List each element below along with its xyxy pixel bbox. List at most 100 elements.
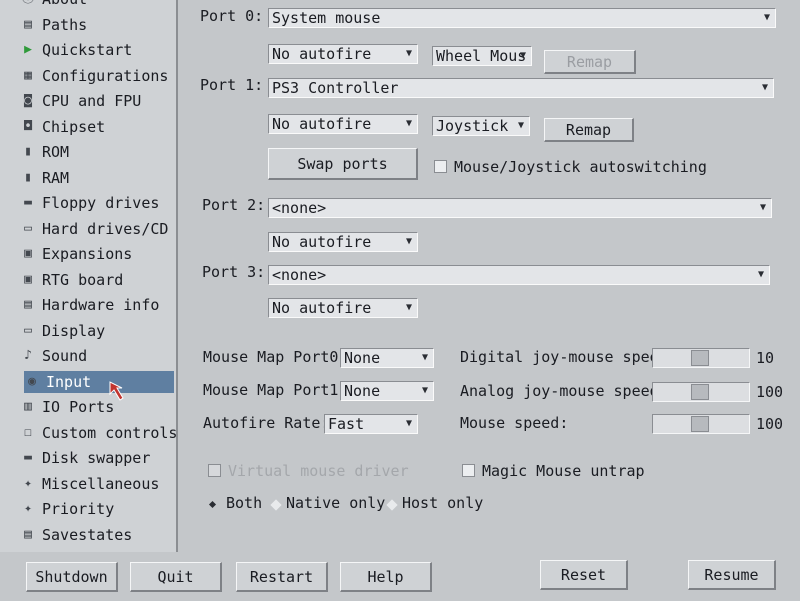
shutdown-button[interactable]: Shutdown: [26, 562, 118, 592]
port2-autofire-select[interactable]: No autofire ▼: [268, 232, 418, 252]
port0-remap-button[interactable]: Remap: [544, 50, 636, 74]
play-icon: ▶: [24, 42, 32, 57]
input-icon: ◉: [28, 373, 36, 389]
autoswitch-checkbox[interactable]: [434, 160, 447, 173]
ram-icon: ▮: [24, 169, 32, 185]
reset-button[interactable]: Reset: [540, 560, 628, 590]
autofire-rate-select[interactable]: Fast ▼: [324, 414, 418, 434]
mouse-speed-label: Mouse speed:: [460, 414, 569, 432]
paths-icon: ▤: [24, 16, 32, 32]
port1-remap-button[interactable]: Remap: [544, 118, 634, 142]
sidebar-item-display[interactable]: ▭ Display: [20, 320, 105, 342]
mouse-map0-value: None: [344, 349, 381, 367]
sidebar-item-priority[interactable]: ✦ Priority: [20, 498, 114, 520]
sidebar-item-label: RTG board: [42, 270, 124, 289]
mouse-pointer-icon: [109, 381, 124, 401]
quit-button[interactable]: Quit: [130, 562, 222, 592]
sidebar-item-label: Custom controls: [42, 423, 178, 442]
sidebar-item-label: Disk swapper: [42, 449, 151, 467]
port1-device-select[interactable]: PS3 Controller ▼: [268, 78, 774, 98]
sidebar-item-label: Floppy drives: [42, 194, 160, 212]
chevron-down-icon: ▼: [763, 12, 771, 23]
digital-speed-slider[interactable]: [652, 348, 750, 368]
port2-device-select[interactable]: <none> ▼: [268, 198, 772, 218]
chevron-down-icon: ▼: [757, 269, 765, 280]
port0-autofire-select[interactable]: No autofire ▼: [268, 44, 418, 64]
sidebar-item-quickstart[interactable]: ▶ Quickstart: [20, 39, 132, 61]
sidebar-item-label: Display: [42, 321, 106, 340]
mouse-map1-select[interactable]: None ▼: [340, 381, 434, 401]
port0-device-value: System mouse: [272, 9, 381, 27]
swap-ports-button[interactable]: Swap ports: [268, 148, 418, 180]
chevron-down-icon: ▼: [405, 302, 413, 313]
cpu-icon: ◙: [24, 93, 32, 108]
slider-thumb[interactable]: [691, 350, 709, 366]
expansion-icon: ▣: [24, 246, 32, 261]
mouse-map1-label: Mouse Map Port1:: [203, 381, 348, 399]
sidebar-item-configurations[interactable]: ▦ Configurations: [20, 65, 168, 87]
sidebar-item-label: Hard drives/CD: [42, 219, 169, 238]
port0-device-select[interactable]: System mouse ▼: [268, 8, 776, 28]
sidebar-item-io-ports[interactable]: ▥ IO Ports: [20, 396, 114, 418]
chipset-icon: ◘: [24, 118, 32, 134]
virtual-mouse-label: Virtual mouse driver: [228, 462, 409, 480]
chevron-down-icon: ▼: [761, 82, 769, 93]
sidebar-item-chipset[interactable]: ◘ Chipset: [20, 116, 105, 138]
digital-speed-label: Digital joy-mouse speed:: [460, 348, 677, 366]
virtual-mouse-checkbox[interactable]: [208, 464, 221, 477]
sidebar-item-paths[interactable]: ▤ Paths: [20, 14, 87, 36]
sidebar-item-label: Miscellaneous: [42, 474, 160, 493]
sidebar-item-hard-drives-cd[interactable]: ▭ Hard drives/CD: [20, 218, 168, 240]
sidebar-item-label: Quickstart: [42, 41, 133, 59]
port3-device-select[interactable]: <none> ▼: [268, 265, 770, 285]
sidebar-item-cpu-and-fpu[interactable]: ◙ CPU and FPU: [20, 90, 141, 112]
mouse-map0-select[interactable]: None ▼: [340, 348, 434, 368]
restart-button[interactable]: Restart: [236, 562, 328, 592]
sidebar-item-rtg-board[interactable]: ▣ RTG board: [20, 269, 123, 291]
sidebar-item-input[interactable]: ◉ Input: [24, 370, 174, 393]
sidebar-item-miscellaneous[interactable]: ✦ Miscellaneous: [20, 473, 159, 495]
slider-thumb[interactable]: [691, 384, 709, 400]
port3-label: Port 3:: [202, 263, 266, 281]
mouse-map0-label: Mouse Map Port0:: [203, 348, 348, 366]
analog-speed-slider[interactable]: [652, 382, 750, 402]
mouse-speed-value: 100: [756, 415, 784, 433]
port1-label: Port 1:: [200, 76, 264, 94]
magic-untrap-label: Magic Mouse untrap: [482, 462, 645, 480]
sidebar-item-hardware-info[interactable]: ▤ Hardware info: [20, 294, 159, 316]
sidebar-item-label: Configurations: [42, 66, 169, 85]
sidebar-item-about[interactable]: ⓘ About: [20, 0, 87, 10]
port1-mode-select[interactable]: Joystick ▼: [432, 116, 530, 136]
port1-device-value: PS3 Controller: [272, 79, 399, 97]
sidebar-item-expansions[interactable]: ▣ Expansions: [20, 243, 132, 265]
disk-icon: ▬: [24, 450, 32, 465]
port3-autofire-select[interactable]: No autofire ▼: [268, 298, 418, 318]
sidebar-item-disk-swapper[interactable]: ▬ Disk swapper: [20, 447, 150, 469]
sidebar-item-sound[interactable]: ♪ Sound: [20, 345, 87, 367]
radio-native-label: Native only: [286, 494, 386, 512]
port1-mode-value: Joystick: [436, 117, 509, 135]
sidebar-item-label: Savestates: [42, 525, 133, 544]
resume-button[interactable]: Resume: [688, 560, 776, 590]
autofire-rate-label: Autofire Rate:: [203, 414, 330, 432]
sidebar-item-label: Priority: [42, 500, 115, 518]
sidebar-item-floppy-drives[interactable]: ▬ Floppy drives: [20, 192, 159, 214]
radio-host-label: Host only: [402, 494, 484, 512]
port2-label: Port 2:: [202, 196, 266, 214]
radio-native[interactable]: [270, 499, 282, 511]
sidebar-item-custom-controls[interactable]: ☐ Custom controls: [20, 422, 177, 444]
analog-speed-value: 100: [756, 383, 784, 401]
radio-both[interactable]: [208, 500, 217, 509]
port1-autofire-select[interactable]: No autofire ▼: [268, 114, 418, 134]
slider-thumb[interactable]: [691, 416, 709, 432]
mouse-speed-slider[interactable]: [652, 414, 750, 434]
port0-mode-select[interactable]: Wheel Mous ▼: [432, 46, 532, 66]
help-button[interactable]: Help: [340, 562, 432, 592]
sidebar-item-savestates[interactable]: ▤ Savestates: [20, 524, 132, 546]
sidebar-item-label: Hardware info: [42, 296, 160, 314]
rtg-icon: ▣: [24, 271, 32, 287]
radio-host[interactable]: [386, 499, 398, 511]
sidebar-item-ram[interactable]: ▮ RAM: [20, 167, 69, 189]
sidebar-item-rom[interactable]: ▮ ROM: [20, 141, 69, 163]
magic-untrap-checkbox[interactable]: [462, 464, 475, 477]
